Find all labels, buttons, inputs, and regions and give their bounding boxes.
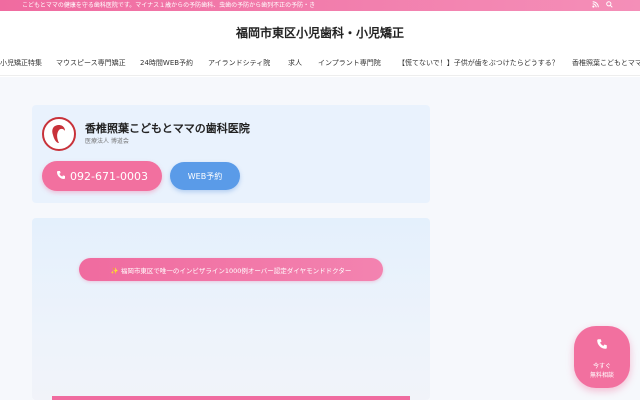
nav-item-kashii-clinic[interactable]: 香椎照葉こどもとママの: [572, 58, 640, 68]
nav-item-tooth-injury[interactable]: 【慌てないで！】子供が歯をぶつけたらどうする？: [398, 58, 559, 68]
top-announcement-bar: こどもとママの健康を守る歯科医院です。マイナス１歳からの予防歯科、虫歯の予防から…: [0, 0, 640, 11]
nav-item-mouthpiece-orthodontics[interactable]: マウスピース専門矯正: [56, 58, 126, 68]
search-icon[interactable]: [606, 1, 613, 11]
rss-icon[interactable]: [592, 1, 599, 11]
hero-section: [32, 218, 430, 400]
floating-line1: 今すぐ: [592, 363, 611, 370]
announcement-text: こどもとママの健康を守る歯科医院です。マイナス１歳からの予防歯科、虫歯の予防から…: [22, 2, 316, 9]
site-title[interactable]: 福岡市東区小児歯科・小児矯正: [0, 24, 640, 41]
floating-line2: 無料相談: [589, 372, 614, 379]
clinic-name: 香椎照葉こどもとママの歯科医院: [85, 122, 250, 135]
hero-accent-bar: [52, 396, 410, 400]
floating-consult-button[interactable]: 今すぐ 無料相談: [574, 326, 630, 388]
nav-item-recruit[interactable]: 求人: [288, 58, 302, 68]
hero-badge: ✨ 福岡市東区で唯一のインビザライン1000例オーバー認定ダイヤモンドドクター: [79, 258, 383, 281]
corporation-name: 医療法人 博道会: [85, 138, 129, 145]
global-nav: 小児矯正特集 マウスピース専門矯正 24時間WEB予約 アイランドシティ院 求人…: [0, 52, 640, 76]
phone-number: 092-671-0003: [70, 169, 148, 183]
phone-call-button[interactable]: 092-671-0003: [42, 161, 162, 191]
nav-item-island-city[interactable]: アイランドシティ院: [208, 58, 270, 68]
phone-icon: [574, 338, 630, 354]
phone-icon: [56, 170, 66, 183]
tooth-logo-icon: [52, 125, 65, 143]
web-booking-button[interactable]: WEB予約: [170, 162, 240, 190]
nav-item-kids-orthodontics[interactable]: 小児矯正特集: [0, 58, 42, 68]
nav-item-web-booking[interactable]: 24時間WEB予約: [140, 58, 193, 68]
nav-item-implant[interactable]: インプラント専門院: [318, 58, 381, 68]
clinic-logo[interactable]: [42, 117, 76, 151]
